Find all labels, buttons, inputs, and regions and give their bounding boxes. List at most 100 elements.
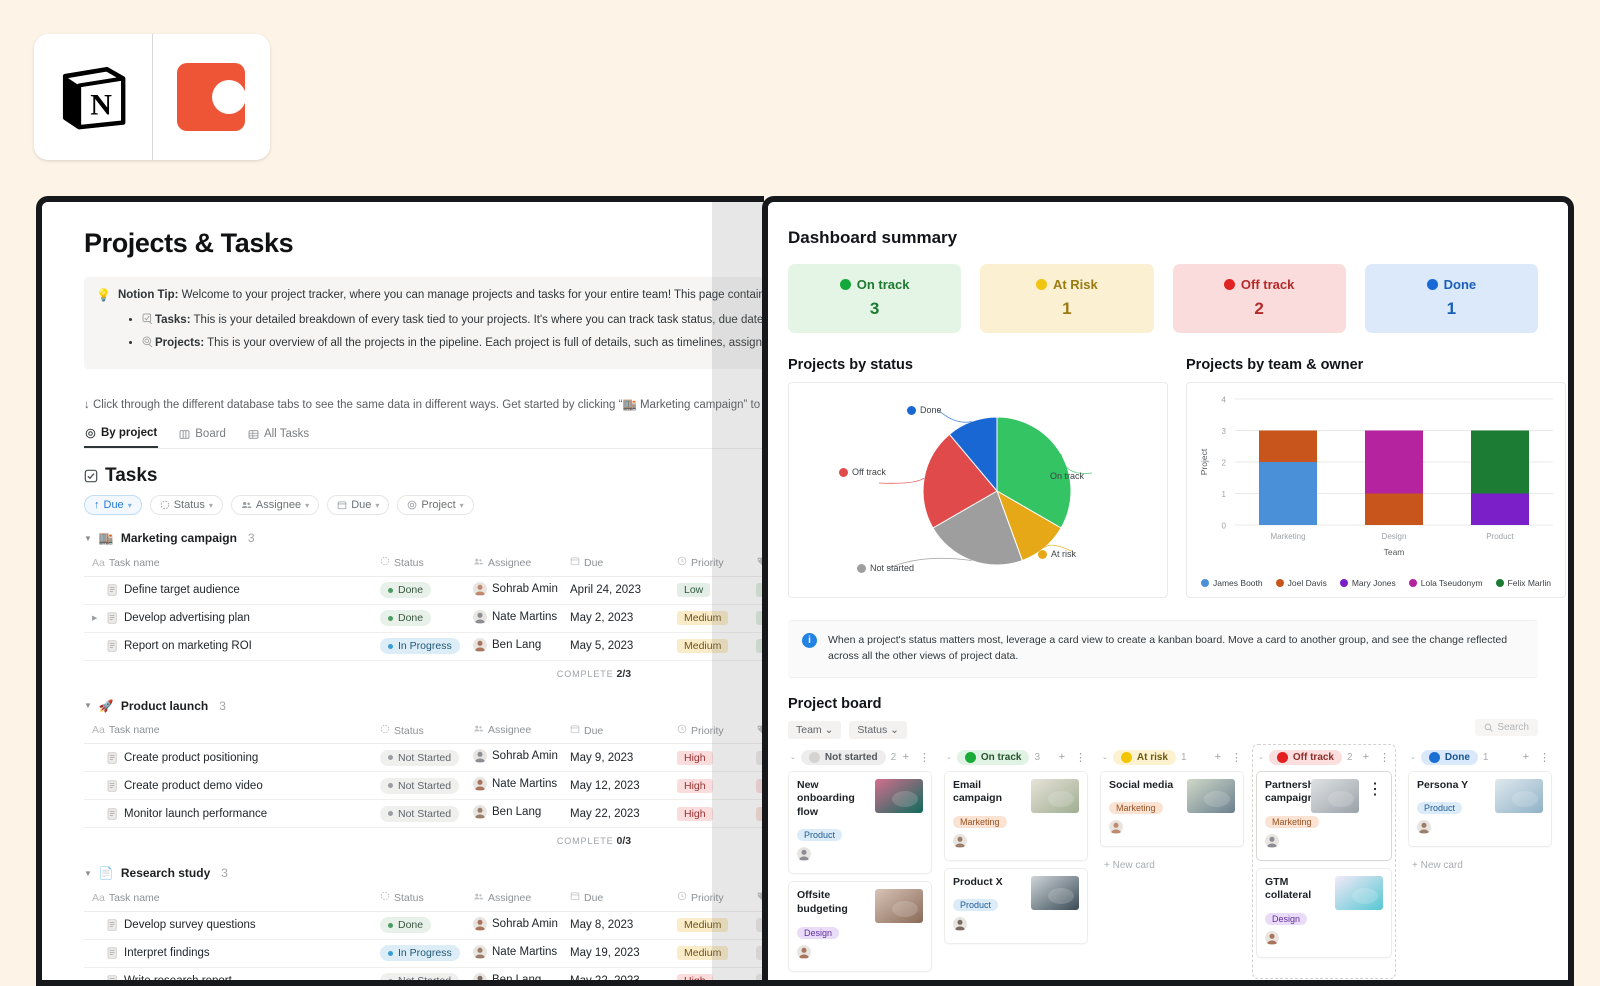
chevron-down-icon[interactable]: ⌄ <box>1258 753 1264 761</box>
chevron-down-icon[interactable]: ⌄ <box>790 753 796 761</box>
chip-filter-project[interactable]: Project ▾ <box>397 495 474 516</box>
cell-assignee[interactable]: Ben Lang <box>465 632 562 661</box>
legend-item-felix-marlin[interactable]: Felix Marlin <box>1495 578 1551 588</box>
more-icon[interactable]: ⋮ <box>1379 751 1390 764</box>
new-card-button[interactable]: + New card <box>1100 854 1244 877</box>
tab-all-tasks[interactable]: All Tasks <box>247 427 310 448</box>
cell-status[interactable]: Done <box>372 604 465 633</box>
chip-filter-status[interactable]: Status ▾ <box>149 495 223 516</box>
cell-task-name[interactable]: ▶ Develop advertising plan <box>84 604 372 633</box>
chevron-down-icon[interactable]: ⌄ <box>946 753 952 761</box>
board-column-header[interactable]: ⌄ On track 3 + ⋮ <box>944 748 1088 771</box>
board-card[interactable]: Email campaign Marketing <box>944 770 1088 861</box>
legend-item-mary-jones[interactable]: Mary Jones <box>1339 578 1396 588</box>
plus-icon[interactable]: + <box>1059 751 1065 763</box>
left-page-scroll[interactable]: Projects & Tasks 💡 Notion Tip: Welcome t… <box>42 202 764 980</box>
column-header-due[interactable]: Due <box>562 884 669 912</box>
table-row[interactable]: Develop survey questions Done Sohrab Amin M… <box>84 911 764 940</box>
table-row[interactable]: Create product positioning Not Started Soh… <box>84 743 764 773</box>
table-row[interactable]: Interpret findings In Progress Nate Martin… <box>84 939 764 968</box>
bar-chart-card[interactable]: 0 1 2 3 4 Marketing Design Product Team Project J… <box>1186 382 1566 598</box>
column-header-status[interactable]: Status <box>372 716 465 745</box>
column-header-status[interactable]: Status <box>372 884 465 912</box>
column-header-due[interactable]: Due <box>562 716 669 745</box>
cell-assignee[interactable]: Nate Martins <box>465 939 562 968</box>
more-icon[interactable]: ⋮ <box>1075 751 1086 764</box>
board-column-header[interactable]: ⌄ At risk 1 + ⋮ <box>1100 748 1244 771</box>
more-icon[interactable]: ⋮ <box>1231 751 1242 764</box>
cell-due[interactable]: May 9, 2023 <box>562 743 669 773</box>
plus-icon[interactable]: + <box>1523 751 1529 763</box>
table-row[interactable]: Write research report Not Started Ben Lang… <box>84 967 764 980</box>
tab-board[interactable]: Board <box>178 427 227 448</box>
cell-task-name[interactable]: Develop survey questions <box>84 911 372 940</box>
cell-status[interactable]: Not Started <box>372 967 465 980</box>
more-icon[interactable]: ⋮ <box>919 751 930 764</box>
board-card[interactable]: New onboarding flow Product <box>788 770 932 875</box>
expand-row-icon[interactable]: ▶ <box>92 614 101 622</box>
summary-card-on-track[interactable]: On track 3 <box>788 264 962 333</box>
tab-by-project[interactable]: By project <box>84 427 159 449</box>
board-card[interactable]: Partnership campaign Marketing ⋮ <box>1256 770 1392 861</box>
cell-task-name[interactable]: Define target audience <box>84 576 372 605</box>
table-row[interactable]: ▶ Develop advertising plan Done Nate Martin… <box>84 604 764 633</box>
cell-due[interactable]: May 2, 2023 <box>562 604 669 633</box>
chevron-down-icon[interactable]: ⌄ <box>1410 753 1416 761</box>
column-header-assignee[interactable]: Assignee <box>465 884 562 912</box>
chevron-down-icon[interactable]: ▼ <box>84 869 92 878</box>
table-row[interactable]: Define target audience Done Sohrab Amin Apr… <box>84 576 764 605</box>
board-card[interactable]: Social media Marketing <box>1100 770 1244 848</box>
cell-assignee[interactable]: Nate Martins <box>465 604 562 633</box>
cell-due[interactable]: April 24, 2023 <box>562 576 669 605</box>
board-column-header[interactable]: ⌄ Not started 2 + ⋮ <box>788 748 932 771</box>
cell-assignee[interactable]: Ben Lang <box>465 967 562 980</box>
summary-card-off-track[interactable]: Off track 2 <box>1172 264 1346 333</box>
plus-icon[interactable]: + <box>1215 751 1221 763</box>
legend-item-lola-tseudonym[interactable]: Lola Tseudonym <box>1408 578 1483 588</box>
cell-status[interactable]: In Progress <box>372 939 465 968</box>
table-row[interactable]: Report on marketing ROI In Progress Ben La… <box>84 632 764 661</box>
legend-item-joel-davis[interactable]: Joel Davis <box>1275 578 1327 588</box>
cell-due[interactable]: May 19, 2023 <box>562 939 669 968</box>
task-group-header[interactable]: ▼ 🚀 Product launch 3 <box>84 699 764 713</box>
board-card[interactable]: Offsite budgeting Design <box>788 881 932 972</box>
summary-card-at-risk[interactable]: At Risk 1 <box>980 264 1154 333</box>
new-card-button[interactable]: + New card <box>1408 854 1552 877</box>
cell-due[interactable]: May 12, 2023 <box>562 771 669 801</box>
board-card[interactable]: GTM collateral Design <box>1256 867 1392 959</box>
cell-assignee[interactable]: Sohrab Amin <box>465 743 562 773</box>
cell-due[interactable]: May 8, 2023 <box>562 911 669 940</box>
board-column-header[interactable]: ⌄ Off track 2 + ⋮ <box>1256 748 1392 771</box>
board-group-status-chip[interactable]: Status ⌄ <box>849 720 907 739</box>
board-card[interactable]: Product X Product <box>944 867 1088 945</box>
plus-icon[interactable]: + <box>1363 751 1369 763</box>
summary-card-done[interactable]: Done 1 <box>1364 264 1538 333</box>
cell-assignee[interactable]: Nate Martins <box>465 771 562 801</box>
cell-status[interactable]: Done <box>372 911 465 940</box>
column-header-task-name[interactable]: Aa Task name <box>84 716 372 745</box>
column-header-assignee[interactable]: Assignee <box>465 716 562 745</box>
more-icon[interactable]: ⋮ <box>1367 779 1383 853</box>
cell-due[interactable]: May 22, 2023 <box>562 967 669 980</box>
table-row[interactable]: Monitor launch performance Not Started Ben… <box>84 799 764 829</box>
table-row[interactable]: Create product demo video Not Started Nate… <box>84 771 764 801</box>
cell-status[interactable]: Not Started <box>372 771 465 801</box>
cell-task-name[interactable]: Create product positioning <box>84 743 372 773</box>
pie-chart-card[interactable]: On track At risk Not started Off track Done <box>788 382 1168 598</box>
chevron-down-icon[interactable]: ⌄ <box>1102 753 1108 761</box>
cell-status[interactable]: Not Started <box>372 743 465 773</box>
board-search-box[interactable]: Search <box>1475 718 1538 736</box>
chip-sort-due[interactable]: ↑ Due ▾ <box>84 495 142 516</box>
cell-task-name[interactable]: Report on marketing ROI <box>84 632 372 661</box>
cell-assignee[interactable]: Sohrab Amin <box>465 911 562 940</box>
chevron-down-icon[interactable]: ▼ <box>84 534 92 543</box>
cell-assignee[interactable]: Sohrab Amin <box>465 576 562 605</box>
task-group-header[interactable]: ▼ 🏬 Marketing campaign 3 <box>84 531 764 545</box>
chip-filter-due[interactable]: Due ▾ <box>327 495 390 516</box>
board-column-header[interactable]: ⌄ Done 1 + ⋮ <box>1408 748 1552 771</box>
column-header-task-name[interactable]: Aa Task name <box>84 549 372 577</box>
chevron-down-icon[interactable]: ▼ <box>84 701 92 710</box>
cell-due[interactable]: May 5, 2023 <box>562 632 669 661</box>
task-group-header[interactable]: ▼ 📄 Research study 3 <box>84 866 764 880</box>
column-header-task-name[interactable]: Aa Task name <box>84 884 372 912</box>
